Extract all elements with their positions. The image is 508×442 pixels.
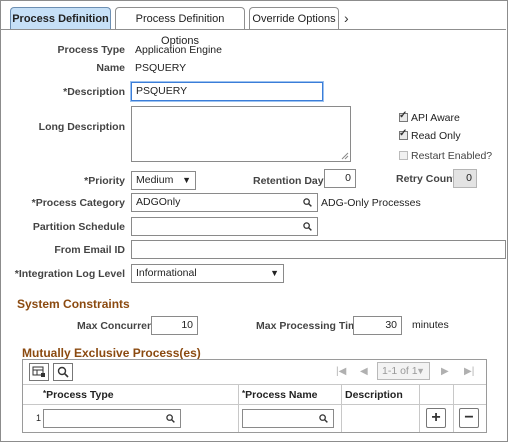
retention-days-label: Retention Days — [253, 175, 330, 187]
max-concurrent-label: Max Concurrent — [77, 320, 157, 332]
priority-selected-value: Medium — [136, 174, 174, 186]
retry-count-label: Retry Count — [396, 173, 457, 185]
max-processing-time-input[interactable]: 30 — [353, 316, 402, 335]
chevron-down-icon: ▼ — [182, 175, 191, 185]
row-process-type-input[interactable] — [43, 409, 181, 428]
restart-enabled-checkbox — [399, 151, 408, 160]
max-processing-time-label: Max Processing Time — [256, 320, 364, 332]
read-only-checkbox[interactable] — [399, 128, 408, 140]
integration-log-level-select[interactable]: Informational ▼ — [131, 264, 284, 283]
long-description-textarea[interactable] — [131, 106, 351, 162]
integration-log-level-value: Informational — [136, 267, 197, 279]
tab-process-definition-options[interactable]: Process Definition Options — [115, 7, 245, 47]
next-page-icon: ▶ — [441, 366, 449, 377]
grid-col-divider — [341, 385, 342, 432]
column-header-description: Description — [345, 389, 403, 401]
process-category-input[interactable]: ADGOnly — [131, 193, 318, 212]
search-icon[interactable] — [303, 198, 312, 207]
partition-schedule-input[interactable] — [131, 217, 318, 236]
tabs-next-chevron-icon[interactable]: › — [344, 10, 349, 26]
row-process-name-input[interactable] — [242, 409, 334, 428]
system-constraints-title: System Constraints — [17, 297, 130, 311]
tab-divider — [0, 29, 506, 30]
from-email-input[interactable] — [131, 240, 506, 259]
process-category-label: *Process Category — [31, 197, 125, 209]
resize-handle-icon[interactable] — [341, 152, 349, 160]
process-type-value: Application Engine — [135, 44, 222, 56]
api-aware-checkbox[interactable] — [399, 110, 408, 122]
search-icon[interactable] — [166, 414, 175, 423]
grid-col-divider — [453, 385, 454, 432]
add-row-button[interactable]: + — [426, 408, 446, 428]
description-input[interactable]: PSQUERY — [131, 82, 323, 101]
minutes-label: minutes — [412, 319, 449, 331]
minus-icon: − — [464, 409, 474, 426]
search-icon[interactable] — [303, 222, 312, 231]
personalize-grid-button[interactable] — [29, 363, 49, 381]
integration-log-level-label: *Integration Log Level — [14, 268, 125, 280]
restart-enabled-label: Restart Enabled? — [411, 150, 493, 162]
priority-label: *Priority — [84, 175, 125, 187]
grid-header-bottom-border — [23, 404, 486, 405]
retry-count-input: 0 — [453, 169, 477, 188]
long-description-label: Long Description — [38, 121, 125, 133]
search-icon[interactable] — [319, 414, 328, 423]
grid-find-button[interactable] — [53, 363, 73, 381]
plus-icon: + — [431, 409, 441, 426]
column-header-process-name: *Process Name — [242, 389, 318, 401]
chevron-down-icon: ▼ — [270, 268, 279, 278]
from-email-label: From Email ID — [54, 244, 125, 256]
grid-header-top-border — [23, 384, 486, 385]
api-aware-label: API Aware — [411, 112, 460, 124]
pager-range-text: 1-1 of 1 — [382, 365, 418, 377]
previous-page-icon: ◀ — [360, 366, 368, 377]
tab-override-options[interactable]: Override Options — [249, 7, 339, 29]
grid-settings-icon — [32, 366, 45, 377]
grid-col-divider — [238, 385, 239, 432]
retention-days-input[interactable]: 0 — [324, 169, 356, 188]
read-only-label: Read Only — [411, 130, 461, 142]
max-concurrent-input[interactable]: 10 — [151, 316, 198, 335]
search-icon — [57, 366, 69, 378]
process-category-value: ADGOnly — [136, 196, 181, 208]
grid-col-divider — [419, 385, 420, 432]
pager-range-select: 1-1 of 1 ▼ — [377, 362, 430, 380]
chevron-down-icon: ▼ — [416, 366, 425, 376]
delete-row-button[interactable]: − — [459, 408, 479, 428]
last-page-icon: ▶| — [464, 366, 475, 377]
partition-schedule-label: Partition Schedule — [32, 221, 125, 233]
mutex-section-title: Mutually Exclusive Process(es) — [22, 346, 201, 360]
name-value: PSQUERY — [135, 62, 187, 74]
process-category-description: ADG-Only Processes — [321, 197, 421, 209]
first-page-icon: |◀ — [336, 366, 347, 377]
row-number: 1 — [36, 413, 42, 423]
description-label: *Description — [63, 86, 125, 98]
column-header-process-type: *Process Type — [43, 389, 114, 401]
tab-process-definition[interactable]: Process Definition — [10, 7, 111, 29]
name-label: Name — [96, 62, 125, 74]
process-type-label: Process Type — [57, 44, 125, 56]
priority-select[interactable]: Medium ▼ — [131, 171, 196, 190]
